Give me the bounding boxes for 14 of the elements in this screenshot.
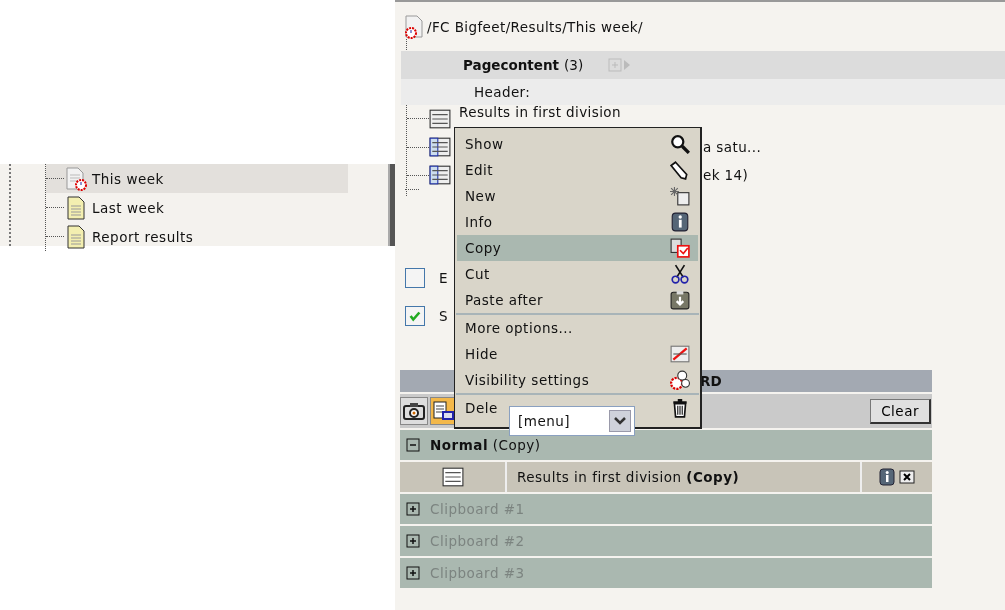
page-title: This week	[92, 170, 164, 187]
content-element-title: ek 14)	[703, 167, 749, 183]
checkbox-label: S	[439, 308, 448, 324]
section-title: Pagecontent	[463, 57, 560, 73]
page-title: Last week	[92, 199, 165, 216]
item-count: (3)	[564, 57, 584, 73]
content-element-title: a satu...	[703, 139, 762, 155]
page-title: Report results	[92, 228, 194, 245]
checkbox-label: E	[439, 270, 448, 286]
page-path: /FC Bigfeet/Results/This week/	[427, 19, 643, 35]
section-label: Header:	[474, 84, 531, 100]
content-element-title: Results in first division	[459, 104, 621, 120]
clipboard-item-title: Results in first division (Copy)	[507, 462, 862, 492]
clipboard-group-title: Normal (Copy)	[430, 437, 541, 453]
